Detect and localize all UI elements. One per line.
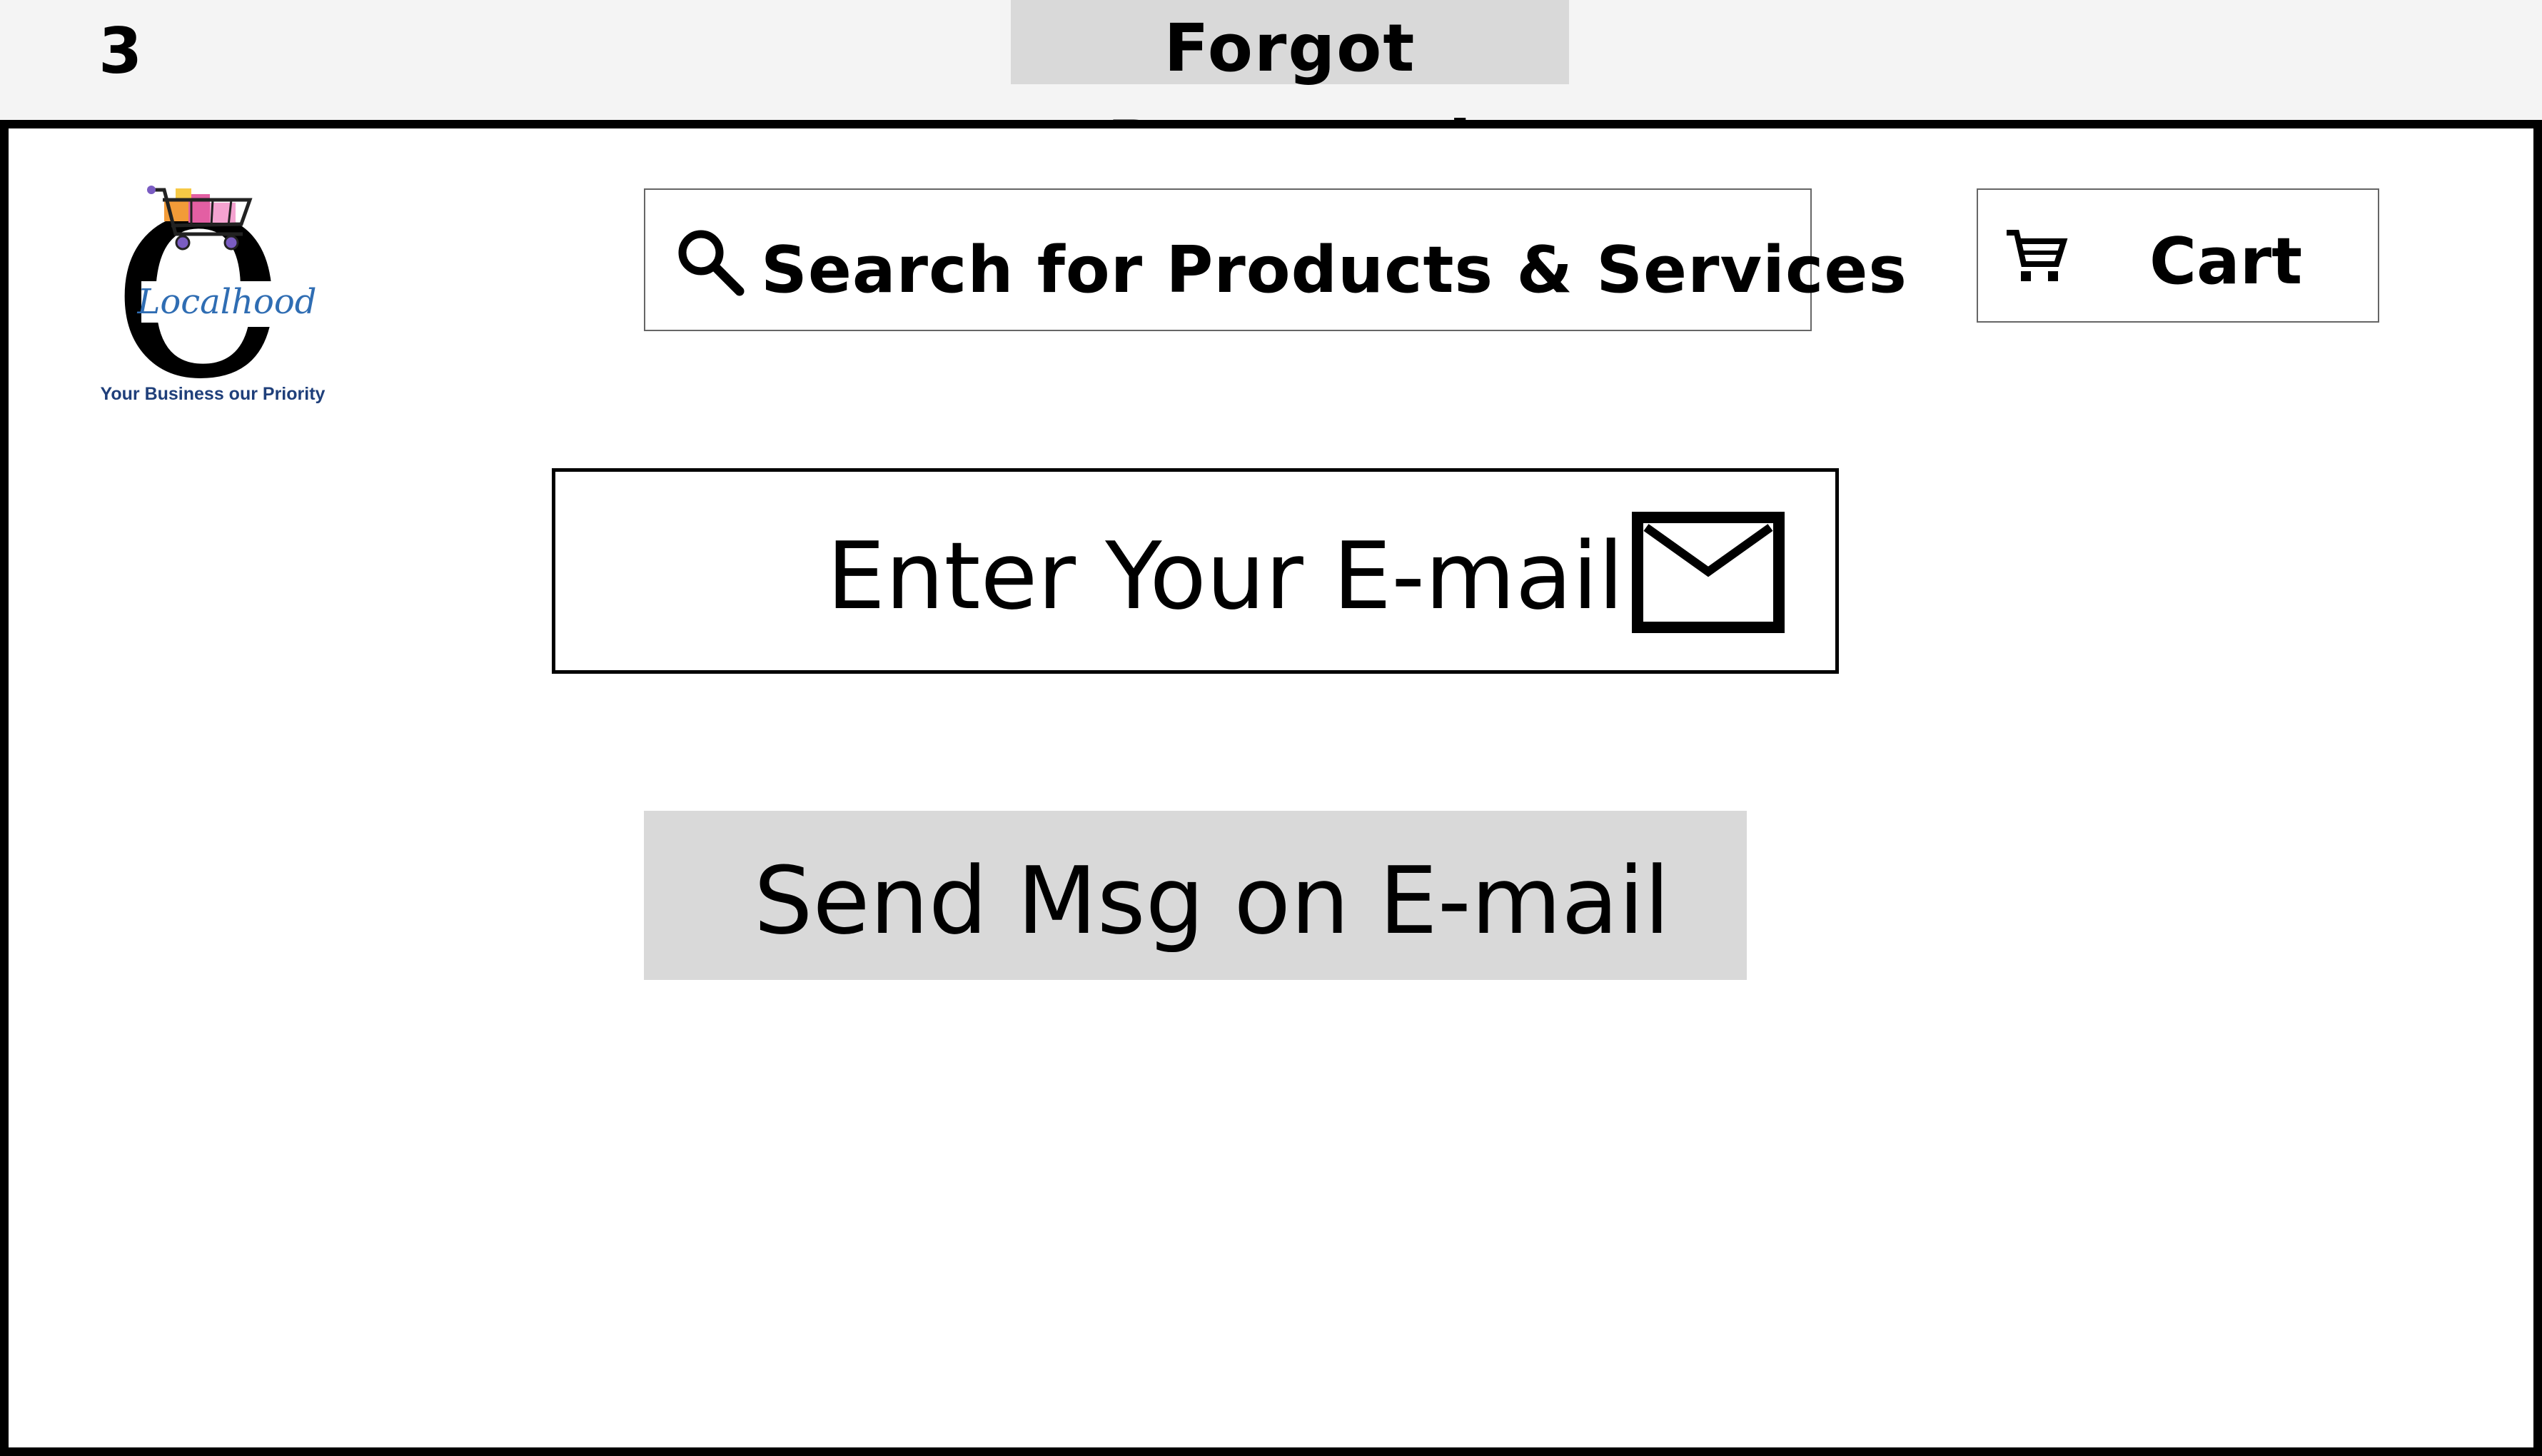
logo-letter: e [110,160,288,381]
send-email-button[interactable]: Send Msg on E-mail [644,811,1747,980]
top-bar: 3 Forgot Password [0,0,2542,183]
cart-label: Cart [2149,224,2303,299]
search-icon [674,226,745,297]
page-title: Forgot Password [1011,0,1569,183]
logo-tagline: Your Business our Priority [100,384,326,404]
page-number: 3 [99,14,143,88]
logo-graphic: e Localhood [110,160,317,381]
cart-button[interactable]: Cart [1977,188,2379,323]
search-placeholder: Search for Products & Services [761,233,1907,308]
mail-icon [1632,512,1785,633]
localhood-logo[interactable]: e Localhood Your Business our Priority [84,160,327,417]
send-button-label: Send Msg on E-mail [754,846,1670,955]
cart-icon [2004,226,2068,290]
search-bar[interactable]: Search for Products & Services [644,188,1907,331]
email-placeholder: Enter Your E-mail [827,522,1624,630]
page: 3 Forgot Password e Localhood [0,0,2542,1456]
email-field[interactable]: Enter Your E-mail [552,468,1839,674]
logo-brand: Localhood [136,282,316,322]
